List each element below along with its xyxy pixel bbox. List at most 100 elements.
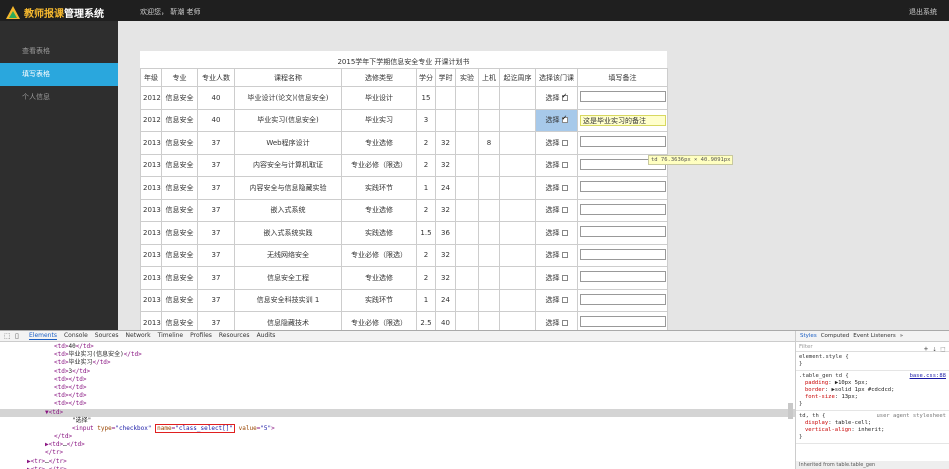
styles-tab[interactable]: »: [900, 333, 903, 339]
course-select-checkbox[interactable]: [561, 139, 568, 146]
css-property[interactable]: vertical-align: inherit;: [799, 427, 946, 434]
css-property[interactable]: display: table-cell;: [799, 420, 946, 427]
devtools-tab-console[interactable]: Console: [64, 332, 88, 340]
cell-major: 信息安全: [161, 288, 198, 312]
course-select-checkbox[interactable]: [561, 162, 568, 169]
css-prop-sep: :: [851, 427, 858, 433]
remark-input[interactable]: [580, 316, 666, 328]
dom-node-line[interactable]: <td>40</td>: [0, 343, 795, 351]
dom-scrollbar[interactable]: [788, 403, 793, 419]
logo-text-rest: 管理系统: [64, 8, 104, 20]
sidebar-item-view-table[interactable]: 查看表格: [0, 40, 118, 63]
dom-node-line[interactable]: ▼<td>: [0, 408, 795, 417]
element-style-rule[interactable]: element.style { }: [796, 352, 949, 371]
styles-tab[interactable]: Styles: [800, 333, 817, 339]
dom-node-line[interactable]: "选择": [0, 417, 795, 425]
course-select-checkbox[interactable]: [561, 274, 568, 281]
cell-count: 40: [197, 86, 235, 110]
dom-node-line[interactable]: <td></td>: [0, 400, 795, 408]
sidebar-item-profile[interactable]: 个人信息: [0, 86, 118, 109]
css-property[interactable]: padding: ▶10px 5px;: [799, 380, 946, 387]
rule2-close: }: [799, 434, 803, 440]
remark-input[interactable]: [580, 293, 666, 305]
cell-hours: 24: [435, 176, 456, 200]
remark-input[interactable]: [580, 181, 666, 193]
styles-toolbar-icons[interactable]: + ⇣ ⬚: [924, 345, 945, 353]
dom-node-line[interactable]: <td></td>: [0, 384, 795, 392]
devtools-tab-resources[interactable]: Resources: [219, 332, 250, 340]
course-select-checkbox[interactable]: [561, 319, 568, 326]
cell-hours: 32: [435, 198, 456, 222]
cell-weeks: [499, 108, 536, 132]
dom-node-line[interactable]: ▶<td>…</td>: [0, 441, 795, 449]
sidebar-item-fill-table[interactable]: 填写表格: [0, 63, 118, 86]
styles-tab[interactable]: Event Listeners: [853, 333, 896, 339]
cell-pc: [478, 311, 500, 330]
select-label: 选择: [545, 273, 560, 282]
cell-type: 毕业实习: [341, 108, 417, 132]
devtools-tab-network[interactable]: Network: [126, 332, 151, 340]
cell-major: 信息安全: [161, 131, 198, 155]
rule1-close: }: [799, 401, 803, 407]
cell-weeks: [499, 288, 536, 312]
cell-hours: 32: [435, 243, 456, 267]
column-header: 年级: [140, 68, 162, 87]
devtools-tab-sources[interactable]: Sources: [95, 332, 119, 340]
course-select-checkbox[interactable]: [561, 92, 568, 101]
styles-tab[interactable]: Computed: [821, 333, 850, 339]
table-gen-td-rule[interactable]: .table_gen td {base.css:88 padding: ▶10p…: [796, 371, 949, 411]
dom-node-line[interactable]: </td>: [0, 433, 795, 441]
cell-weeks: [499, 153, 536, 177]
course-select-checkbox[interactable]: [561, 297, 568, 304]
dom-node-line[interactable]: <td>毕业实习(信息安全)</td>: [0, 351, 795, 359]
cell-select: 选择: [535, 266, 578, 290]
dom-node-line[interactable]: <td></td>: [0, 376, 795, 384]
cell-count: 37: [197, 243, 235, 267]
dom-node-line[interactable]: <td>3</td>: [0, 368, 795, 376]
devtools-tab-profiles[interactable]: Profiles: [190, 332, 212, 340]
cell-weeks: [499, 221, 536, 245]
remark-input[interactable]: [580, 248, 666, 260]
cell-remark: [577, 266, 668, 290]
select-label: 选择: [545, 138, 560, 147]
dom-node-line[interactable]: <td>毕业实习</td>: [0, 359, 795, 367]
cell-type: 专业选修: [341, 266, 417, 290]
remark-input[interactable]: [580, 91, 666, 103]
cell-remark: [577, 176, 668, 200]
course-select-checkbox[interactable]: [561, 229, 568, 236]
css-property[interactable]: font-size: 13px;: [799, 394, 946, 401]
course-select-checkbox[interactable]: [561, 252, 568, 259]
app-logo[interactable]: 教师报课管理系统: [6, 4, 124, 20]
dom-node-line[interactable]: <input type="checkbox" name="class_selec…: [0, 423, 795, 433]
devtools-tab-audits[interactable]: Audits: [257, 332, 276, 340]
cell-lab: [455, 153, 479, 177]
inspect-icon[interactable]: ⬚: [4, 332, 11, 340]
css-property[interactable]: border: ▶solid 1px #cdcdcd;: [799, 387, 946, 394]
css-prop-value: ▶10px 5px;: [834, 380, 868, 386]
rule1-source-link[interactable]: base.css:88: [910, 373, 946, 380]
course-select-checkbox[interactable]: [561, 184, 568, 191]
devtools-tab-elements[interactable]: Elements: [29, 332, 57, 340]
cell-pc: [478, 176, 500, 200]
remark-input[interactable]: 这是毕业实习的备注: [580, 114, 666, 126]
dom-node-line[interactable]: <td></td>: [0, 392, 795, 400]
devtools-tab-timeline[interactable]: Timeline: [158, 332, 184, 340]
device-mode-icon[interactable]: ▯: [15, 332, 22, 340]
dom-tree[interactable]: <td>40</td> <td>毕业实习(信息安全)</td> <td>毕业实习</…: [0, 343, 795, 469]
remark-input[interactable]: [580, 136, 666, 148]
course-select-checkbox[interactable]: [561, 114, 568, 124]
remark-input[interactable]: [580, 226, 666, 238]
cell-type: 专业选修: [341, 198, 417, 222]
remark-input[interactable]: [580, 203, 666, 215]
remark-input[interactable]: [580, 271, 666, 283]
cell-course: 信息安全工程: [234, 266, 342, 290]
logout-link[interactable]: 退出系统: [909, 7, 937, 17]
cell-pc: [478, 221, 500, 245]
dom-node-line[interactable]: ▶<tr>…</tr>: [0, 458, 795, 466]
dom-node-line[interactable]: </tr>: [0, 449, 795, 457]
cell-type: 毕业设计: [341, 86, 417, 110]
course-select-checkbox[interactable]: [561, 207, 568, 214]
app-window: 教师报课管理系统 欢迎您， 靳潮 老师 退出系统 查看表格 填写表格 个人信息 …: [0, 0, 949, 330]
column-header: 选修类型: [341, 68, 417, 87]
css-prop-value: inherit;: [857, 427, 885, 433]
